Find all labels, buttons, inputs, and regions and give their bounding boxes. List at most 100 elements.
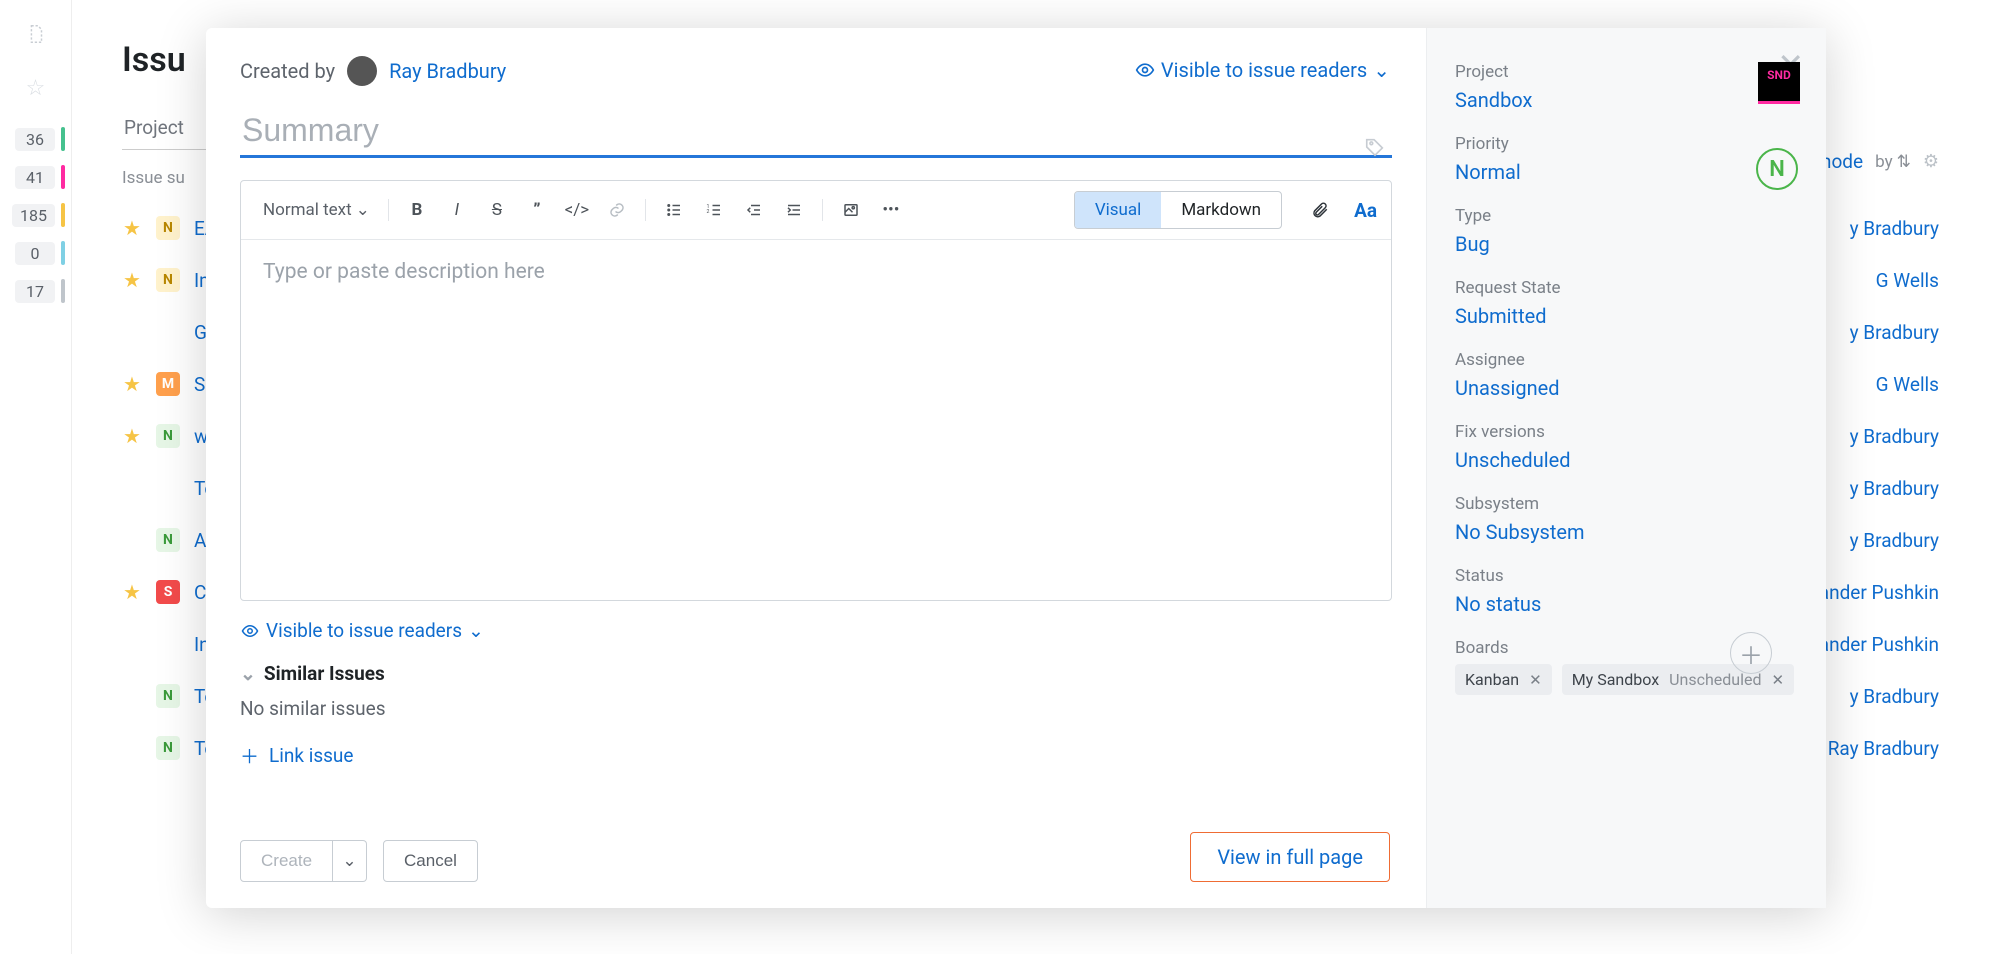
- summary-input[interactable]: [240, 106, 1392, 158]
- issue-fields-panel: ✕ SND ProjectSandbox N PriorityNormal Ty…: [1426, 28, 1826, 908]
- new-issue-icon[interactable]: [16, 14, 56, 54]
- board-chip[interactable]: Kanban✕: [1455, 664, 1552, 695]
- field-value-priority[interactable]: Normal: [1455, 160, 1798, 184]
- more-button[interactable]: •••: [873, 194, 909, 226]
- field-value-subsystem[interactable]: No Subsystem: [1455, 520, 1798, 544]
- filter-count[interactable]: 41: [0, 158, 71, 196]
- new-issue-dialog: Created by Ray Bradbury Visible to issue…: [206, 28, 1826, 908]
- field-value-assignee[interactable]: Unassigned: [1455, 376, 1798, 400]
- field-value-type[interactable]: Bug: [1455, 232, 1798, 256]
- filter-counts: 3641185017: [0, 120, 71, 310]
- filter-count[interactable]: 0: [0, 234, 71, 272]
- star-icon[interactable]: ★: [122, 684, 142, 708]
- gear-icon[interactable]: ⚙: [1923, 151, 1939, 172]
- link-button[interactable]: [599, 194, 635, 226]
- ordered-list-button[interactable]: 12: [696, 194, 732, 226]
- chevron-down-icon[interactable]: ⌄: [240, 662, 256, 685]
- priority-badge: N: [156, 528, 180, 552]
- star-icon[interactable]: ★: [122, 268, 142, 292]
- visibility-dropdown-top[interactable]: Visible to issue readers ⌄: [1135, 58, 1390, 82]
- star-icon[interactable]: ★: [122, 476, 142, 500]
- field-label-subsystem: Subsystem: [1455, 494, 1798, 514]
- reporter-cell[interactable]: y Bradbury: [1850, 477, 1939, 500]
- priority-badge: N: [156, 736, 180, 760]
- tag-icon[interactable]: [1364, 136, 1386, 164]
- chevron-down-icon: ⌄: [1373, 58, 1390, 82]
- priority-badge: N: [1756, 148, 1798, 190]
- link-issue-button[interactable]: ＋ Link issue: [240, 742, 1392, 769]
- field-value-project[interactable]: Sandbox: [1455, 88, 1798, 112]
- field-value-request-state[interactable]: Submitted: [1455, 304, 1798, 328]
- priority-badge: N: [156, 216, 180, 240]
- field-value-status[interactable]: No status: [1455, 592, 1798, 616]
- similar-issues-section: ⌄Similar Issues No similar issues: [240, 662, 1392, 720]
- field-label-priority: Priority: [1455, 134, 1798, 154]
- create-button-group: Create ⌄: [240, 840, 367, 882]
- eye-icon: [1135, 60, 1155, 80]
- remove-chip-icon[interactable]: ✕: [1772, 671, 1785, 689]
- star-icon[interactable]: ★: [122, 216, 142, 240]
- priority-badge: N: [156, 424, 180, 448]
- chevron-down-icon: ⌄: [356, 200, 370, 220]
- remove-chip-icon[interactable]: ✕: [1529, 671, 1542, 689]
- filter-count[interactable]: 17: [0, 272, 71, 310]
- field-label-assignee: Assignee: [1455, 350, 1798, 370]
- star-icon[interactable]: ★: [122, 580, 142, 604]
- priority-badge: M: [156, 372, 180, 396]
- outdent-button[interactable]: [736, 194, 772, 226]
- star-icon[interactable]: ★: [122, 632, 142, 656]
- priority-badge: S: [156, 580, 180, 604]
- visibility-dropdown-bottom[interactable]: Visible to issue readers ⌄: [240, 619, 1392, 642]
- bold-button[interactable]: B: [399, 194, 435, 226]
- reporter-cell[interactable]: G Wells: [1876, 269, 1939, 292]
- reporter-cell[interactable]: y Bradbury: [1850, 529, 1939, 552]
- create-dropdown[interactable]: ⌄: [333, 840, 367, 882]
- creator-link[interactable]: Ray Bradbury: [389, 59, 506, 83]
- left-rail: ☆ 3641185017: [0, 0, 72, 954]
- text-format-button[interactable]: Aa: [1354, 199, 1377, 222]
- reporter-cell[interactable]: G Wells: [1876, 373, 1939, 396]
- italic-button[interactable]: I: [439, 194, 475, 226]
- sort-by[interactable]: by⇅: [1875, 152, 1911, 172]
- view-full-page-button[interactable]: View in full page: [1190, 832, 1390, 882]
- field-label-fixversions: Fix versions: [1455, 422, 1798, 442]
- field-label-request-state: Request State: [1455, 278, 1798, 298]
- star-icon[interactable]: ☆: [16, 68, 56, 108]
- star-icon[interactable]: ★: [122, 736, 142, 760]
- filter-count[interactable]: 185: [0, 196, 71, 234]
- description-textarea[interactable]: Type or paste description here: [241, 240, 1391, 600]
- visual-mode[interactable]: Visual: [1075, 192, 1161, 228]
- eye-icon: [240, 621, 260, 641]
- markdown-mode[interactable]: Markdown: [1161, 192, 1281, 228]
- reporter-cell[interactable]: y Bradbury: [1850, 217, 1939, 240]
- created-by-label: Created by: [240, 59, 335, 83]
- field-label-type: Type: [1455, 206, 1798, 226]
- bullet-list-button[interactable]: [656, 194, 692, 226]
- star-icon[interactable]: ★: [122, 320, 142, 344]
- attachment-button[interactable]: [1302, 194, 1338, 226]
- chevron-down-icon: ⌄: [468, 619, 484, 642]
- indent-button[interactable]: [776, 194, 812, 226]
- star-icon[interactable]: ★: [122, 528, 142, 552]
- strikethrough-button[interactable]: S: [479, 194, 515, 226]
- field-value-fixversions[interactable]: Unscheduled: [1455, 448, 1798, 472]
- editor-mode-toggle[interactable]: Visual Markdown: [1074, 191, 1282, 229]
- star-icon[interactable]: ★: [122, 424, 142, 448]
- reporter-cell[interactable]: y Bradbury: [1850, 425, 1939, 448]
- create-button[interactable]: Create: [240, 840, 333, 882]
- quote-button[interactable]: ”: [519, 194, 555, 226]
- star-icon[interactable]: ★: [122, 372, 142, 396]
- description-editor: Normal text ⌄ B I S ” </> 12: [240, 180, 1392, 601]
- text-style-dropdown[interactable]: Normal text ⌄: [255, 200, 378, 220]
- add-board-button[interactable]: ＋: [1730, 632, 1772, 674]
- cancel-button[interactable]: Cancel: [383, 840, 478, 882]
- code-button[interactable]: </>: [559, 194, 595, 226]
- field-label-status: Status: [1455, 566, 1798, 586]
- project-badge: SND: [1758, 62, 1800, 104]
- filter-count[interactable]: 36: [0, 120, 71, 158]
- avatar: [347, 56, 377, 86]
- reporter-cell[interactable]: y Bradbury: [1850, 321, 1939, 344]
- image-button[interactable]: [833, 194, 869, 226]
- reporter-cell[interactable]: y Bradbury: [1850, 685, 1939, 708]
- similar-issues-empty: No similar issues: [240, 697, 1392, 720]
